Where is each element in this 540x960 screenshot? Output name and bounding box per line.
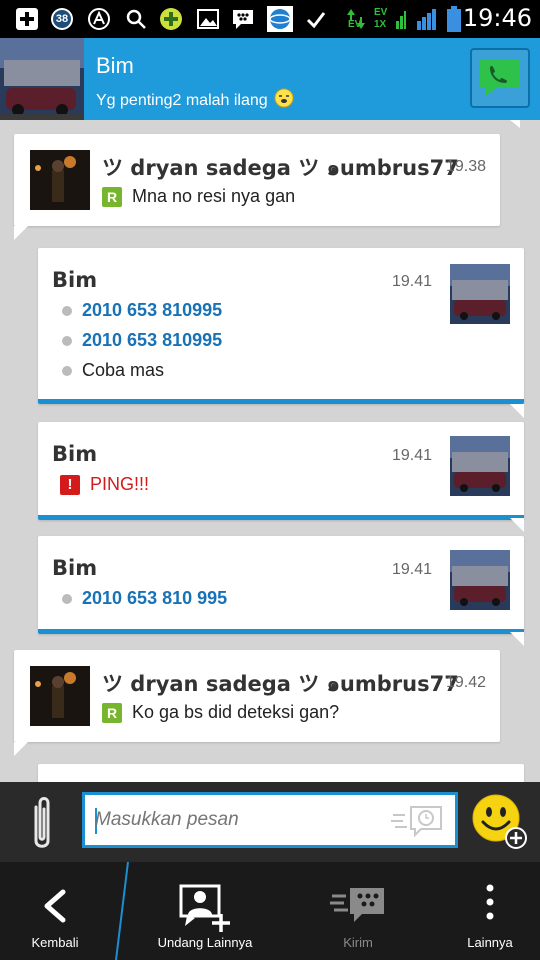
send-bubble-icon[interactable]: [389, 803, 445, 844]
nav-send-label: Kirim: [343, 935, 373, 950]
contact-status: Yg penting2 malah ilang: [96, 88, 294, 113]
bullet-dot: [62, 305, 72, 316]
read-receipt-icon: R: [102, 702, 122, 723]
message-link[interactable]: 2010 653 810 995: [82, 588, 227, 609]
gallery-icon: [196, 7, 220, 31]
message-text: Mna no resi nya gan: [132, 186, 296, 206]
overflow-menu-icon: [486, 884, 494, 920]
nav-back-button[interactable]: Kembali: [0, 862, 110, 960]
sender-avatar[interactable]: [30, 666, 90, 726]
ping-text: PING!!!: [90, 474, 150, 494]
status-time: 19:46: [462, 4, 532, 32]
signal-strength-icon: [414, 7, 438, 31]
message-time: 19.41: [392, 273, 433, 290]
bbm-send-icon: [330, 888, 384, 922]
add-notification-icon: [14, 7, 40, 31]
bubble-tail: [510, 120, 520, 128]
sender-avatar[interactable]: [30, 150, 90, 210]
sender-name: ツ dryan sadega ツ ๑umbrus77: [102, 672, 459, 696]
notification-count-icon: 38: [48, 7, 76, 31]
message-input-field[interactable]: [82, 792, 458, 848]
sender-name: Bim: [52, 556, 98, 580]
invite-contact-icon: [179, 884, 230, 932]
back-chevron-icon: [44, 889, 66, 923]
signal-evdo-icon: EV 1X: [374, 7, 406, 31]
game-icon: [158, 7, 184, 31]
compose-bar: [0, 782, 540, 862]
app-logo-icon: [86, 7, 112, 31]
chat-header: Bim Yg penting2 malah ilang: [0, 38, 540, 120]
battery-icon: [446, 6, 462, 32]
bottom-nav: Kembali Undang Lainnya Kirim Lainnya: [0, 861, 540, 960]
message-time: 19.41: [392, 561, 433, 578]
data-transfer-icon: EV: [344, 7, 370, 31]
message-line: R Mna no resi nya gan: [102, 186, 295, 207]
message-bubble-outgoing[interactable]: Bim 19.41 ! PING!!!: [38, 422, 524, 520]
message-text: Coba mas: [82, 360, 165, 380]
message-line[interactable]: 2010 653 810995: [62, 300, 222, 321]
search-icon: [124, 7, 148, 31]
phone-chat-icon: [480, 60, 520, 96]
sender-name: Bim: [52, 268, 98, 292]
smiley-add-icon: [472, 794, 527, 849]
message-time: 19.38: [445, 158, 486, 175]
contact-avatar[interactable]: [0, 38, 84, 120]
nav-more-button[interactable]: Lainnya: [440, 862, 540, 960]
status-message: Yg penting2 malah ilang: [96, 91, 268, 109]
sleepy-emoji-icon: [274, 88, 294, 113]
bullet-dot: [62, 335, 72, 346]
network-type-label: EV: [348, 19, 362, 30]
sender-avatar[interactable]: [450, 264, 510, 324]
ping-alert-icon: !: [60, 474, 80, 495]
nav-invite-label: Undang Lainnya: [157, 935, 253, 950]
message-bubble-incoming[interactable]: ツ dryan sadega ツ ๑umbrus77 19.42 R Ko ga…: [14, 650, 500, 742]
nav-send-button[interactable]: Kirim: [300, 862, 416, 960]
contact-name: Bim: [96, 53, 134, 78]
network-1x-label: 1X: [374, 19, 387, 30]
nav-more-label: Lainnya: [467, 935, 513, 950]
status-bar: 38 EV EV 1X 19:46: [0, 0, 540, 38]
message-time: 19.42: [445, 674, 486, 691]
message-line[interactable]: 2010 653 810 995: [62, 588, 227, 609]
check-icon: [304, 7, 328, 31]
bbm-icon: [230, 7, 256, 31]
browser-icon: [266, 6, 294, 32]
read-receipt-icon: R: [102, 186, 122, 207]
bubble-tail: [14, 742, 28, 756]
nav-invite-button[interactable]: Undang Lainnya: [140, 862, 270, 960]
notification-count: 38: [55, 13, 69, 25]
message-bubble-outgoing[interactable]: [38, 764, 524, 782]
sender-avatar[interactable]: [450, 436, 510, 496]
bubble-tail: [510, 518, 524, 532]
attach-button[interactable]: [22, 794, 62, 854]
bubble-tail: [14, 226, 28, 240]
message-line: ! PING!!!: [60, 474, 149, 495]
message-bubble-outgoing[interactable]: Bim 19.41 2010 653 810 995: [38, 536, 524, 634]
bullet-dot: [62, 365, 72, 376]
message-bubble-incoming[interactable]: ツ dryan sadega ツ ๑umbrus77 19.38 R Mna n…: [14, 134, 500, 226]
message-bubble-outgoing[interactable]: Bim 19.41 2010 653 810995 2010 653 81099…: [38, 248, 524, 404]
message-line: R Ko ga bs did deteksi gan?: [102, 702, 339, 723]
chat-area[interactable]: ツ dryan sadega ツ ๑umbrus77 19.38 R Mna n…: [0, 120, 540, 782]
sender-name: Bim: [52, 442, 98, 466]
message-time: 19.41: [392, 447, 433, 464]
nav-divider: [112, 861, 132, 960]
bubble-tail: [510, 404, 524, 418]
message-link[interactable]: 2010 653 810995: [82, 330, 222, 351]
message-link[interactable]: 2010 653 810995: [82, 300, 222, 321]
paperclip-icon: [34, 797, 50, 848]
nav-back-label: Kembali: [31, 935, 79, 950]
network-ev-label: EV: [374, 7, 388, 18]
message-text: Ko ga bs did deteksi gan?: [132, 702, 340, 722]
message-input[interactable]: [95, 809, 385, 831]
sender-avatar[interactable]: [450, 550, 510, 610]
bullet-dot: [62, 593, 72, 604]
bubble-tail: [510, 632, 524, 646]
sender-name: ツ dryan sadega ツ ๑umbrus77: [102, 156, 459, 180]
emoji-button[interactable]: [472, 794, 528, 850]
message-line[interactable]: 2010 653 810995: [62, 330, 222, 351]
voice-call-button[interactable]: [470, 48, 530, 108]
message-line: Coba mas: [62, 360, 164, 381]
